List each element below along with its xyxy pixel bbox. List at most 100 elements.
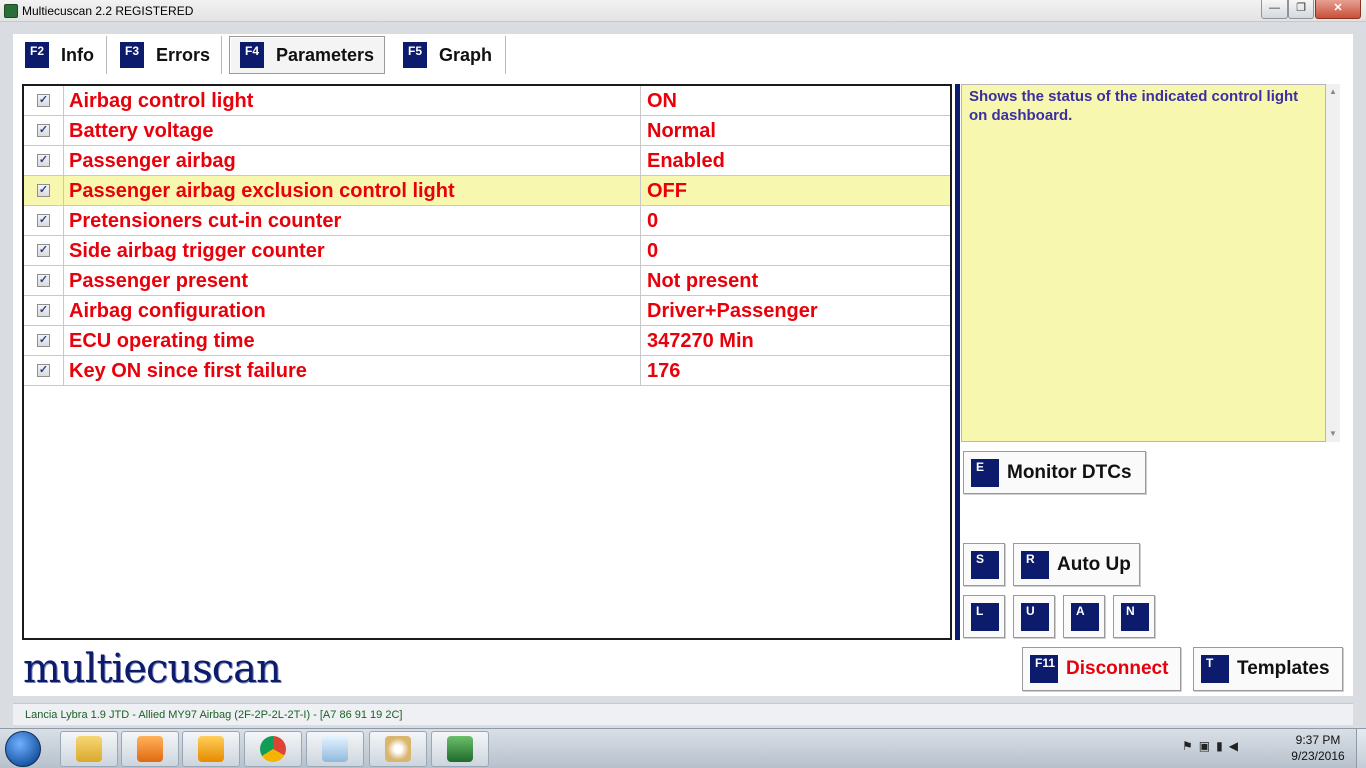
system-tray[interactable]: ⚑▣▮◀ [1182, 739, 1244, 753]
minimize-button[interactable]: — [1261, 0, 1288, 19]
tab-errors[interactable]: F3 Errors [110, 36, 222, 74]
table-row[interactable]: ✓ Battery voltage Normal [24, 115, 950, 146]
row-checkbox[interactable]: ✓ [37, 94, 50, 107]
tab-label: Parameters [276, 44, 375, 65]
taskbar-office[interactable] [182, 731, 240, 767]
templates-button[interactable]: T Templates [1193, 647, 1343, 691]
app-icon [4, 4, 18, 18]
table-row[interactable]: ✓ Side airbag trigger counter 0 [24, 235, 950, 266]
start-button[interactable] [5, 731, 41, 767]
clock-date: 9/23/2016 [1291, 749, 1345, 763]
tab-key-f2: F2 [25, 42, 49, 68]
tab-bar: F2 Info F3 Errors F4 Parameters F5 Graph [13, 34, 1353, 76]
parameter-value: Not present [647, 269, 759, 292]
clock-time: 9:37 PM [1295, 733, 1341, 747]
tab-info[interactable]: F2 Info [15, 36, 107, 74]
multiecuscan-icon [447, 736, 473, 762]
table-row[interactable]: ✓ Key ON since first failure 176 [24, 355, 950, 386]
taskbar: ⚑▣▮◀ 9:37 PM 9/23/2016 [0, 728, 1366, 768]
key-l: L [971, 603, 999, 631]
parameter-name: Airbag control light [64, 86, 641, 116]
templates-label: Templates [1237, 658, 1330, 679]
file-explorer-icon [76, 736, 102, 762]
key-u: U [1021, 603, 1049, 631]
row-checkbox[interactable]: ✓ [37, 214, 50, 227]
a-button[interactable]: A [1063, 595, 1105, 638]
row-checkbox[interactable]: ✓ [37, 334, 50, 347]
taskbar-media-player[interactable] [121, 731, 179, 767]
auto-up-button[interactable]: R Auto Up [1013, 543, 1140, 586]
key-e: E [971, 459, 999, 487]
key-n: N [1121, 603, 1149, 631]
parameters-table: ✓ Airbag control light ON ✓ Battery volt… [22, 84, 952, 640]
parameter-value: Driver+Passenger [647, 299, 818, 322]
office-icon [198, 736, 224, 762]
tab-graph[interactable]: F5 Graph [393, 36, 506, 74]
taskbar-multiecuscan[interactable] [431, 731, 489, 767]
table-row[interactable]: ✓ Airbag control light ON [24, 86, 950, 116]
notepad-icon [322, 736, 348, 762]
parameter-name: Passenger airbag [64, 145, 641, 176]
key-s: S [971, 551, 999, 579]
panel-divider[interactable] [955, 84, 960, 640]
taskbar-file-explorer[interactable] [60, 731, 118, 767]
taskbar-chrome[interactable] [244, 731, 302, 767]
disconnect-button[interactable]: F11 Disconnect [1022, 647, 1181, 691]
description-text: Shows the status of the indicated contro… [969, 88, 1299, 124]
window-title: Multiecuscan 2.2 REGISTERED [22, 4, 194, 18]
maximize-button[interactable]: ❐ [1288, 0, 1314, 19]
tab-label: Graph [439, 44, 493, 65]
row-checkbox[interactable]: ✓ [37, 184, 50, 197]
multiecuscan-logo: multiecuscan [23, 646, 282, 692]
tab-parameters[interactable]: F4 Parameters [229, 36, 385, 74]
tab-label: Info [61, 44, 94, 65]
parameter-name: Airbag configuration [64, 295, 641, 326]
monitor-dtcs-label: Monitor DTCs [1007, 461, 1132, 483]
auto-up-label: Auto Up [1057, 553, 1131, 575]
parameter-value: 0 [647, 209, 659, 232]
table-row[interactable]: ✓ Pretensioners cut-in counter 0 [24, 205, 950, 236]
parameter-name: Pretensioners cut-in counter [64, 205, 641, 236]
row-checkbox[interactable]: ✓ [37, 304, 50, 317]
u-button[interactable]: U [1013, 595, 1055, 638]
parameter-name: Battery voltage [64, 115, 641, 146]
s-button[interactable]: S [963, 543, 1005, 586]
row-checkbox[interactable]: ✓ [37, 244, 50, 257]
parameter-value: 176 [647, 359, 681, 382]
table-row[interactable]: ✓ Passenger present Not present [24, 265, 950, 296]
row-checkbox[interactable]: ✓ [37, 274, 50, 287]
close-button[interactable]: ✕ [1315, 0, 1361, 19]
scroll-up-icon[interactable]: ▲ [1329, 87, 1337, 96]
key-a: A [1071, 603, 1099, 631]
table-row-selected[interactable]: ✓ Passenger airbag exclusion control lig… [24, 175, 950, 206]
taskbar-paint[interactable] [369, 731, 427, 767]
row-checkbox[interactable]: ✓ [37, 124, 50, 137]
table-row[interactable]: ✓ ECU operating time 347270 Min [24, 325, 950, 356]
l-button[interactable]: L [963, 595, 1005, 638]
parameter-value: Normal [647, 119, 716, 142]
parameter-value: ON [647, 89, 677, 112]
row-checkbox[interactable]: ✓ [37, 364, 50, 377]
key-t: T [1201, 655, 1229, 683]
table-row[interactable]: ✓ Passenger airbag Enabled [24, 145, 950, 176]
monitor-dtcs-button[interactable]: E Monitor DTCs [963, 451, 1146, 494]
parameter-name: Passenger present [64, 265, 641, 296]
n-button[interactable]: N [1113, 595, 1155, 638]
tab-key-f5: F5 [403, 42, 427, 68]
description-scrollbar[interactable]: ▲ ▼ [1326, 84, 1340, 442]
taskbar-notepad[interactable] [306, 731, 364, 767]
scroll-down-icon[interactable]: ▼ [1329, 429, 1337, 438]
show-desktop-button[interactable] [1356, 729, 1366, 768]
status-text: Lancia Lybra 1.9 JTD - Allied MY97 Airba… [25, 709, 403, 721]
disconnect-label: Disconnect [1066, 658, 1169, 679]
parameter-name: Key ON since first failure [64, 355, 641, 386]
description-box: Shows the status of the indicated contro… [961, 84, 1326, 442]
parameter-name: Passenger airbag exclusion control light [64, 175, 641, 206]
status-bar: Lancia Lybra 1.9 JTD - Allied MY97 Airba… [13, 703, 1353, 725]
paint-icon [385, 736, 411, 762]
row-checkbox[interactable]: ✓ [37, 154, 50, 167]
parameter-value: 347270 Min [647, 329, 754, 352]
key-r: R [1021, 551, 1049, 579]
clock[interactable]: 9:37 PM 9/23/2016 [1287, 732, 1349, 764]
table-row[interactable]: ✓ Airbag configuration Driver+Passenger [24, 295, 950, 326]
